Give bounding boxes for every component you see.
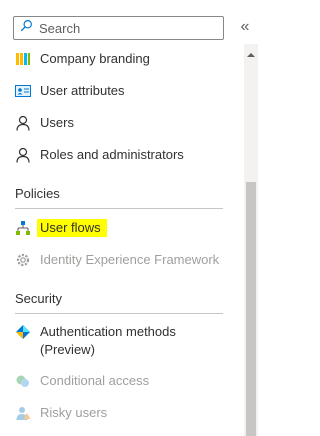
user-flows-icon <box>15 220 31 236</box>
nav-item-user-attributes[interactable]: User attributes <box>15 82 230 100</box>
search-box[interactable] <box>13 16 224 40</box>
conditional-access-icon <box>15 373 31 389</box>
nav-item-authentication-methods[interactable]: Authentication methods (Preview) <box>15 323 230 359</box>
nav-item-roles-and-administrators[interactable]: Roles and administrators <box>15 146 230 164</box>
company-branding-icon <box>15 51 31 67</box>
nav-item-label: Risky users <box>40 405 108 420</box>
nav-item-label: Company branding <box>40 51 150 66</box>
nav-item-risky-users: Risky users <box>15 404 230 422</box>
section-divider <box>15 313 223 314</box>
section-divider <box>15 208 223 209</box>
nav-item-company-branding[interactable]: Company branding <box>15 50 230 68</box>
scroll-up-arrow-icon[interactable] <box>244 48 258 62</box>
nav-item-identity-experience-framework: Identity Experience Framework <box>15 251 230 269</box>
scrollbar-thumb[interactable] <box>246 182 256 436</box>
authentication-methods-icon <box>15 324 31 340</box>
search-input[interactable] <box>39 20 219 36</box>
nav-item-users[interactable]: Users <box>15 114 230 132</box>
nav-item-label: User flows <box>37 219 107 237</box>
risky-users-icon <box>15 405 31 421</box>
nav-item-conditional-access: Conditional access <box>15 372 230 390</box>
nav-item-label: User attributes <box>40 83 125 98</box>
section-title-security: Security <box>15 291 62 306</box>
user-icon <box>15 115 31 131</box>
nav-item-label: Users <box>40 115 74 130</box>
gear-icon <box>15 252 31 268</box>
nav-item-user-flows[interactable]: User flows <box>15 219 230 237</box>
nav-item-label: Roles and administrators <box>40 147 184 162</box>
user-attributes-icon <box>15 83 31 99</box>
section-title-policies: Policies <box>15 186 60 201</box>
search-icon <box>20 19 33 37</box>
nav-item-label-line2: (Preview) <box>40 342 95 357</box>
nav-item-label: Identity Experience Framework <box>40 252 220 267</box>
roles-icon <box>15 147 31 163</box>
nav-item-label-line1: Authentication methods <box>40 324 176 339</box>
nav-item-label: Conditional access <box>40 373 150 388</box>
nav-item-label: Authentication methods (Preview) <box>40 323 176 359</box>
collapse-sidebar-button[interactable]: « <box>236 17 254 37</box>
